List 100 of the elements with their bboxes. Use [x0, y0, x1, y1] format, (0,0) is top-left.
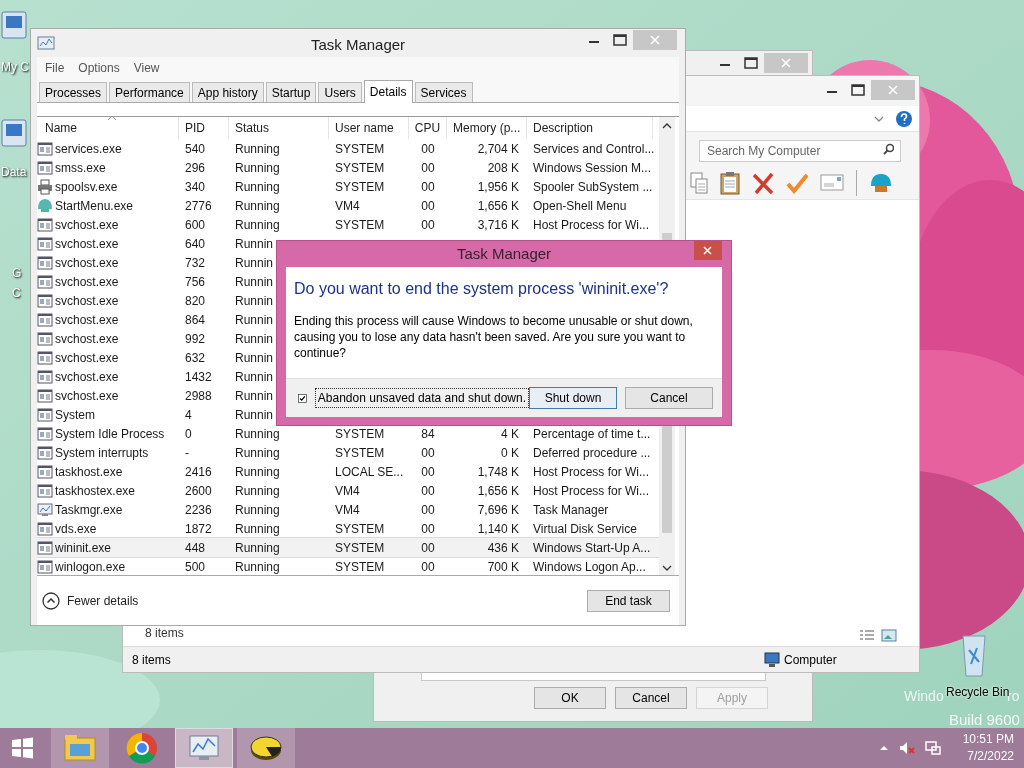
table-cell-text: 4 [185, 406, 192, 424]
table-cell-text: 00 [421, 558, 435, 575]
table-cell-text: 2988 [185, 387, 212, 405]
window-title: Task Manager [310, 36, 406, 53]
table-cell-text: 864 [185, 311, 206, 329]
table-cell-text: 500 [185, 558, 206, 575]
table-cell-text: Running [235, 425, 280, 443]
table-cell-text: SYSTEM [335, 159, 385, 177]
table-cell-text: SYSTEM [335, 216, 385, 234]
table-cell-text: 4 K [501, 425, 519, 443]
table-cell-text: 1,748 K [477, 463, 519, 481]
table-cell-text: svchost.exe [55, 387, 119, 405]
build-text: Build 9600 [949, 710, 1020, 730]
table-cell-text: Windows Start-Up A... [533, 539, 651, 557]
table-cell-text: Host Process for Wi... [533, 463, 650, 481]
table-cell-text: System [55, 406, 95, 424]
table-cell-text: spoolsv.exe [55, 178, 118, 196]
table-cell-text: SYSTEM [335, 520, 385, 538]
table-cell-text: 00 [421, 463, 435, 481]
table-cell-text: 1,656 K [477, 197, 519, 215]
table-cell-text: Runnin [235, 235, 274, 253]
table-cell-text: 00 [421, 159, 435, 177]
dialog-heading: Do you want to end the system process 'wininit.exe'? [294, 279, 670, 299]
table-cell-text: winlogon.exe [55, 558, 126, 575]
table-cell-text: 00 [421, 520, 435, 538]
table-cell-text: 00 [421, 539, 435, 557]
table-cell-text: 436 K [487, 539, 519, 557]
item-count: 8 items [132, 651, 172, 669]
table-cell-text: 84 [421, 425, 435, 443]
table-cell-text: taskhost.exe [55, 463, 123, 481]
table-cell-text: svchost.exe [55, 292, 119, 310]
table-cell-text: Running [235, 444, 280, 462]
table-cell-text: Running [235, 520, 280, 538]
table-cell-text: LOCAL SE... [335, 463, 404, 481]
table-cell-text: 1432 [185, 368, 212, 386]
table-cell-text: System interrupts [55, 444, 149, 462]
table-cell-text: 296 [185, 159, 206, 177]
table-cell-text: Running [235, 216, 280, 234]
table-cell-text: Runnin [235, 311, 274, 329]
table-cell-text: Virtual Disk Service [533, 520, 637, 538]
table-cell-text: 820 [185, 292, 206, 310]
table-cell-text: svchost.exe [55, 349, 119, 367]
table-cell-text: 00 [421, 197, 435, 215]
table-cell-text: Host Process for Wi... [533, 216, 650, 234]
table-cell-text: 992 [185, 330, 206, 348]
table-cell-text: svchost.exe [55, 216, 119, 234]
table-cell-text: 732 [185, 254, 206, 272]
table-cell-text: 0 K [501, 444, 519, 462]
dialog-title: Task Manager [456, 243, 552, 264]
table-cell-text: svchost.exe [55, 311, 119, 329]
table-cell-text: 540 [185, 140, 206, 158]
table-cell-text: Running [235, 140, 280, 158]
table-cell-text: 00 [421, 140, 435, 158]
table-cell-text: SYSTEM [335, 558, 385, 575]
table-cell-text: Spooler SubSystem ... [533, 178, 653, 196]
table-cell-text: smss.exe [55, 159, 106, 177]
table-cell-text: Running [235, 539, 280, 557]
table-cell-text: Runnin [235, 292, 274, 310]
table-cell-text: 700 K [487, 558, 519, 575]
table-cell-text: 448 [185, 539, 206, 557]
table-cell-text: Runnin [235, 387, 274, 405]
table-cell-text: SYSTEM [335, 140, 385, 158]
table-cell-text: SYSTEM [335, 178, 385, 196]
table-cell-text: - [185, 444, 189, 462]
table-cell-text: 632 [185, 349, 206, 367]
table-cell-text: Runnin [235, 330, 274, 348]
table-cell-text: 1,956 K [477, 178, 519, 196]
table-cell-text: 0 [185, 425, 192, 443]
dialog-message: Ending this process will cause Windows to become unusable or shut down, causing you to lose any data hasn't been saved. Are you sure you want to continue? [294, 313, 694, 361]
table-cell-text: Windows Session M... [533, 159, 652, 177]
table-cell-text: Services and Control... [533, 140, 655, 158]
table-cell-text: Host Process for Wi... [533, 482, 650, 500]
table-cell-text: 2416 [185, 463, 212, 481]
os-edition-text: Windo [904, 687, 944, 706]
table-cell-text: 756 [185, 273, 206, 291]
table-cell-text: Running [235, 558, 280, 575]
table-cell-text: Runnin [235, 273, 274, 291]
table-cell-text: SYSTEM [335, 444, 385, 462]
table-cell-text: 2,704 K [477, 140, 519, 158]
table-cell-text: SYSTEM [335, 425, 385, 443]
table-cell-text: 00 [421, 501, 435, 519]
table-cell-text: 00 [421, 216, 435, 234]
table-cell-text: Deferred procedure ... [533, 444, 651, 462]
table-cell-text: 7,696 K [477, 501, 519, 519]
table-cell-text: Running [235, 482, 280, 500]
clock-date: 7/2/2022 [967, 748, 1014, 765]
table-cell-text: taskhostex.exe [55, 482, 136, 500]
table-cell-text: Percentage of time t... [533, 425, 651, 443]
table-cell-text: Runnin [235, 406, 274, 424]
table-cell-text: Running [235, 197, 280, 215]
table-cell-text: Windows Logon Ap... [533, 558, 646, 575]
table-cell-text: svchost.exe [55, 330, 119, 348]
table-cell-text: 1,656 K [477, 482, 519, 500]
table-cell-text: VM4 [335, 482, 360, 500]
location-text: Computer [784, 651, 837, 669]
table-cell-text: services.exe [55, 140, 122, 158]
table-cell-text: 00 [421, 178, 435, 196]
table-cell-text: svchost.exe [55, 368, 119, 386]
table-cell-text: 3,716 K [477, 216, 519, 234]
table-cell-text: svchost.exe [55, 235, 119, 253]
